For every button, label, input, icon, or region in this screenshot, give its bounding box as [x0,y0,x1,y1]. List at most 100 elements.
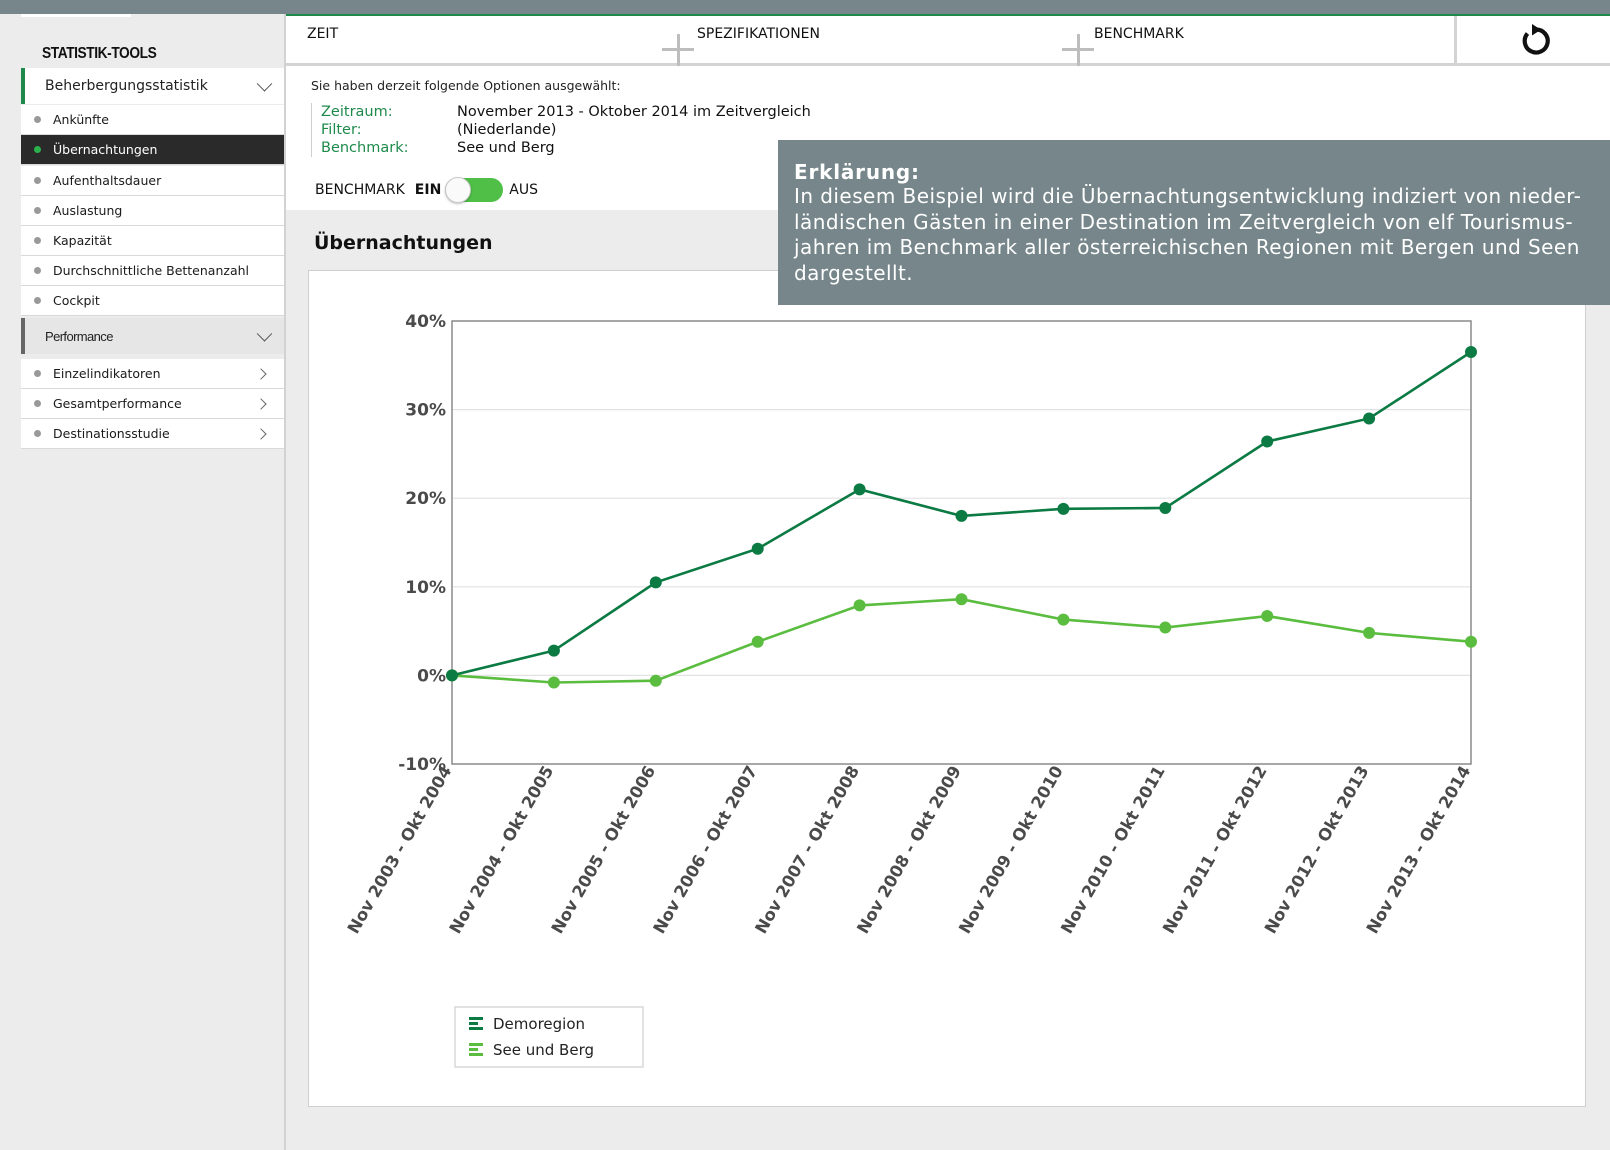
brand-tab [21,14,131,17]
x-tick-label: Nov 2003 - Okt 2004 [344,763,456,937]
option-key: Zeitraum: [321,104,393,120]
chevron-right-icon [255,397,267,410]
sidebar-item-label: Cockpit [53,293,100,308]
chevron-down-icon [256,326,273,342]
sidebar-item-gesamtperformance[interactable]: Gesamtperformance [21,389,284,419]
x-tick-label: Nov 2009 - Okt 2010 [955,763,1067,937]
tab-spezifikationen[interactable]: SPEZIFIKATIONEN [697,26,820,42]
sidebar-item-einzelindikatoren[interactable]: Einzelindikatoren [21,359,284,389]
data-point [1057,502,1070,515]
sidebar: STATISTIK-TOOLS Beherbergungsstatistik A… [0,14,286,1150]
options-intro: Sie haben derzeit folgende Optionen ausg… [311,78,621,93]
sidebar-item-label: Aufenthaltsdauer [53,173,162,188]
data-point [853,483,866,496]
data-point [1159,501,1172,514]
sidebar-item-label: Gesamtperformance [53,396,182,411]
section-performance[interactable]: Performance [21,318,284,354]
legend-swatch [469,1027,483,1030]
bullet-icon [34,370,41,377]
option-row-benchmark: Benchmark: See und Berg [321,139,811,157]
section-label: Performance [45,328,113,344]
option-row-filter: Filter: (Niederlande) [321,121,811,139]
bullet-icon [34,146,41,153]
data-point [649,576,662,589]
x-tick-label: Nov 2007 - Okt 2008 [751,763,863,937]
chevron-right-icon [255,367,267,380]
chevron-right-icon [255,427,267,440]
sidebar-item-label: Auslastung [53,203,123,218]
x-tick-label: Nov 2005 - Okt 2006 [548,763,660,937]
data-point [751,542,764,555]
legend-swatch [469,1017,483,1020]
data-point [1465,635,1477,648]
series-line-1 [451,597,1472,684]
sidebar-item-label: Kapazität [53,233,112,248]
reset-icon[interactable] [1518,23,1554,59]
option-value: November 2013 - Oktober 2014 im Zeitverg… [457,104,811,120]
brand-logo: STATISTIK-TOOLS [42,45,157,62]
line-chart: 40%30%20%10%0%-10%Nov 2003 - Okt 2004Nov… [344,312,1477,1068]
chart-card: 40% 30% 20% 10% 0% -10% Nov 2003 - Okt 2004 Nov… [308,270,1586,1107]
legend-swatch [469,1022,478,1025]
top-bar [0,0,1610,14]
x-tick-label: Nov 2004 - Okt 2005 [446,763,558,937]
plot-frame [451,320,1472,765]
x-tick-label: Nov 2006 - Okt 2007 [649,763,761,937]
option-key: Benchmark: [321,140,409,156]
x-tick-label: Nov 2013 - Okt 2014 [1363,763,1475,937]
benchmark-on-label: EIN [414,182,442,198]
sidebar-item-bettenanzahl[interactable]: Durchschnittliche Bettenanzahl [21,256,284,286]
data-point [1057,613,1070,626]
sidebar-item-label: Ankünfte [53,112,109,127]
bullet-icon [34,430,41,437]
data-point [853,599,866,612]
benchmark-toggle-row: BENCHMARK EIN AUS [315,177,539,203]
x-tick-label: Nov 2010 - Okt 2011 [1057,763,1169,937]
sidebar-item-destinationsstudie[interactable]: Destinationsstudie [21,419,284,449]
bullet-icon [34,207,41,214]
legend-swatch [469,1048,478,1051]
benchmark-off-label: AUS [509,182,539,198]
y-tick-label: 10% [405,578,446,598]
option-value: See und Berg [457,140,555,156]
sidebar-item-cockpit[interactable]: Cockpit [21,286,284,316]
data-point [1159,621,1172,634]
benchmark-toggle[interactable] [445,177,504,203]
explanation-line: In diesem Beispiel wird die Übernachtung… [794,184,1582,208]
sidebar-item-auslastung[interactable]: Auslastung [21,196,284,226]
sidebar-item-kapazitaet[interactable]: Kapazität [21,226,284,256]
tab-benchmark[interactable]: BENCHMARK [1094,26,1184,42]
y-tick-label: 30% [405,401,446,421]
sidebar-item-ankuenfte[interactable]: Ankünfte [21,105,284,135]
tab-zeit[interactable]: ZEIT [307,26,338,42]
sidebar-item-uebernachtungen[interactable]: Übernachtungen [21,135,284,165]
data-point [955,509,968,522]
sidebar-item-label: Einzelindikatoren [53,366,161,381]
tab-divider [1454,16,1457,63]
data-point [1363,412,1376,425]
sidebar-item-label: Durchschnittliche Bettenanzahl [53,263,249,278]
y-tick-label: 40% [405,312,446,332]
data-point [955,593,968,606]
explanation-box: Erklärung: In diesem Beispiel wird die Ü… [778,140,1610,305]
explanation-line: jahren im Benchmark aller österreichisch… [794,235,1580,259]
y-tick-label: 20% [405,489,446,509]
x-tick-label: Nov 2012 - Okt 2013 [1261,763,1373,937]
chart-title: Übernachtungen [314,232,493,254]
sidebar-item-aufenthaltsdauer[interactable]: Aufenthaltsdauer [21,166,284,196]
explanation-line: dargestellt. [794,260,914,285]
bullet-icon [34,400,41,407]
tab-bar: ZEIT SPEZIFIKATIONEN BENCHMARK [286,14,1610,66]
data-point [1261,435,1274,448]
data-point [751,635,764,648]
benchmark-label: BENCHMARK [315,182,405,198]
data-point [1465,346,1477,359]
data-point [547,676,560,689]
data-point [1261,610,1274,623]
data-point [547,644,560,657]
section-beherbergungsstatistik[interactable]: Beherbergungsstatistik [21,68,284,104]
explanation-title: Erklärung: [794,160,920,184]
legend-label: Demoregion [493,1015,585,1033]
options-list: Zeitraum: November 2013 - Oktober 2014 im… [311,103,811,157]
data-point [649,674,662,687]
